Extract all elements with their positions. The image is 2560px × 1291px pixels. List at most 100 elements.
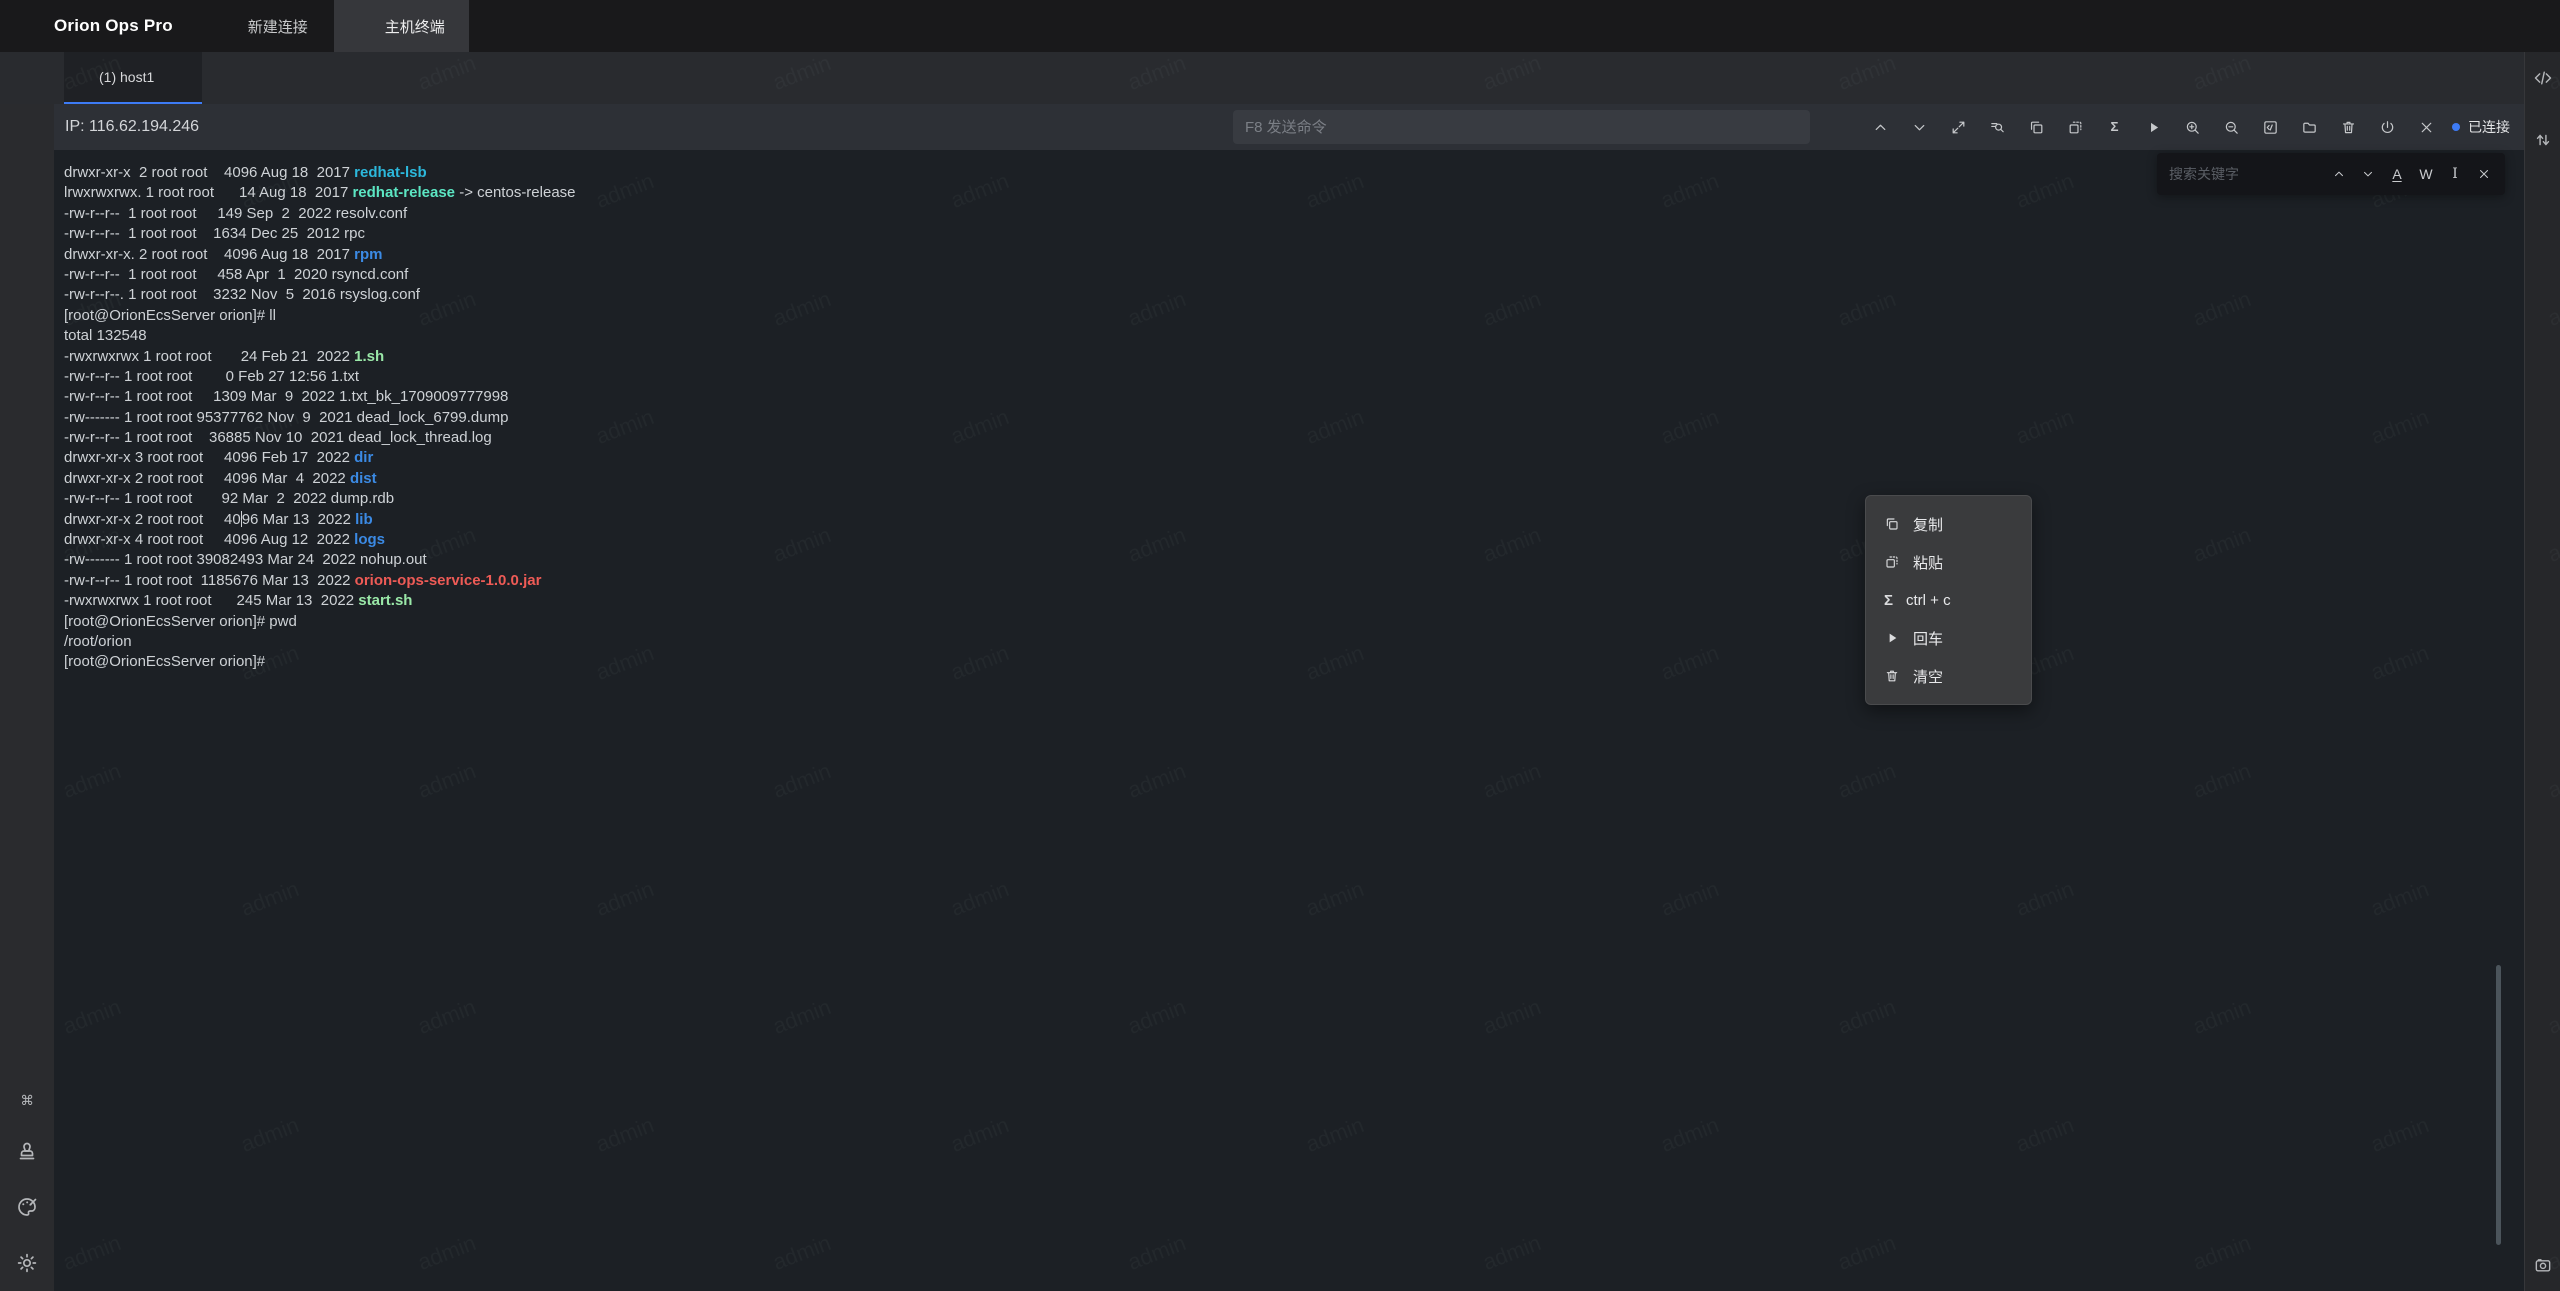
whole-word-button[interactable]: W bbox=[2413, 161, 2439, 187]
terminal-line: -rw-r--r-- 1 root root 458 Apr 1 2020 rs… bbox=[64, 265, 2524, 285]
regex-button[interactable]: I bbox=[2442, 161, 2468, 187]
find-previous-button[interactable] bbox=[2326, 161, 2352, 187]
history-up-button[interactable] bbox=[1861, 109, 1900, 145]
expand-window-button[interactable] bbox=[1939, 109, 1978, 145]
close-search-button[interactable] bbox=[2471, 161, 2497, 187]
trash-icon bbox=[2340, 119, 2357, 136]
power-icon bbox=[2379, 119, 2396, 136]
terminal-scrollbar[interactable] bbox=[2496, 965, 2501, 1245]
disconnect-button[interactable] bbox=[2368, 109, 2407, 145]
brand-logo-icon bbox=[13, 11, 43, 41]
context-menu-item-ctrl-c[interactable]: Σctrl + c bbox=[1866, 581, 2031, 619]
context-menu-label-ctrl-c: ctrl + c bbox=[1906, 592, 1951, 609]
terminal-line: [root@OrionEcsServer orion]# pwd bbox=[64, 612, 2524, 632]
brand-title: Orion Ops Pro bbox=[54, 16, 173, 36]
settings-button[interactable] bbox=[15, 1251, 39, 1275]
history-down-button[interactable] bbox=[1900, 109, 1939, 145]
palette-icon bbox=[15, 1195, 39, 1219]
context-menu-label-clear: 清空 bbox=[1913, 666, 1943, 687]
identity-button[interactable] bbox=[15, 1139, 39, 1163]
terminal-search-box: AWI bbox=[2157, 153, 2505, 195]
connection-status: 已连接 bbox=[2452, 117, 2510, 137]
fullscreen-button[interactable] bbox=[2527, 16, 2547, 36]
terminal-line: -rw-r--r-- 1 root root 149 Sep 2 2022 re… bbox=[64, 204, 2524, 224]
terminal-line: -rw-r--r--. 1 root root 3232 Nov 5 2016 … bbox=[64, 285, 2524, 305]
tab-host1[interactable]: (1) host1 bbox=[64, 52, 202, 104]
connected-label: 已连接 bbox=[2468, 117, 2510, 137]
close-icon bbox=[2418, 119, 2435, 136]
terminal-line: /root/orion bbox=[64, 632, 2524, 652]
file-manager-button[interactable] bbox=[2290, 109, 2329, 145]
new-connection-label: 新建连接 bbox=[248, 16, 308, 37]
code-editor-button[interactable] bbox=[2533, 68, 2553, 88]
plus-icon bbox=[23, 69, 41, 87]
terminal-line: -rw-r--r-- 1 root root 36885 Nov 10 2021… bbox=[64, 428, 2524, 448]
code-square-icon bbox=[2262, 119, 2279, 136]
monitor-icon bbox=[76, 70, 91, 85]
search-input[interactable] bbox=[2169, 166, 2326, 182]
host-ip-label: IP: 116.62.194.246 bbox=[65, 104, 199, 150]
chevron-down-icon bbox=[1911, 119, 1928, 136]
tab-host1-label: (1) host1 bbox=[99, 69, 154, 85]
host-terminal-top-tab[interactable]: 主机终端 bbox=[334, 0, 469, 52]
add-tab-button-left[interactable] bbox=[0, 52, 64, 104]
expand-icon bbox=[1950, 119, 1967, 136]
context-menu-item-copy[interactable]: 复制 bbox=[1866, 505, 2031, 543]
terminal-screen[interactable]: drwxr-xr-x 2 root root 4096 Aug 18 2017 … bbox=[54, 150, 2524, 1291]
sigma-icon: Σ bbox=[1884, 593, 1893, 608]
terminal-line: drwxr-xr-x 2 root root 4096 Mar 13 2022 … bbox=[64, 510, 2524, 530]
swap-panel-button[interactable] bbox=[2533, 130, 2553, 150]
shortcut-commands-button[interactable]: ⌘ bbox=[20, 1094, 33, 1107]
terminal-line: drwxr-xr-x. 2 root root 4096 Aug 18 2017… bbox=[64, 245, 2524, 265]
plus-icon bbox=[223, 70, 240, 87]
sigma-icon: Σ bbox=[2111, 120, 2119, 133]
terminal-line: [root@OrionEcsServer orion]# bbox=[64, 652, 2524, 672]
stamp-icon bbox=[15, 1139, 39, 1163]
context-menu-label-enter: 回车 bbox=[1913, 628, 1943, 649]
copy-icon bbox=[2028, 119, 2045, 136]
run-command-button[interactable] bbox=[2134, 109, 2173, 145]
context-menu-label-copy: 复制 bbox=[1913, 514, 1943, 535]
ctrl-key-button[interactable]: Σ bbox=[2095, 109, 2134, 145]
terminal-context-menu: 复制粘贴 Σctrl + c 回车清空 bbox=[1865, 495, 2032, 705]
copy-button[interactable] bbox=[2017, 109, 2056, 145]
search-button[interactable] bbox=[1978, 109, 2017, 145]
monitor-icon bbox=[358, 18, 375, 35]
find-next-button[interactable] bbox=[2355, 161, 2381, 187]
context-menu-item-paste[interactable]: 粘贴 bbox=[1866, 543, 2031, 581]
terminal-line: total 132548 bbox=[64, 326, 2524, 346]
paste-icon bbox=[2067, 119, 2084, 136]
app: Orion Ops Pro 新建连接 主机终端 (1) host1 IP: 11… bbox=[0, 0, 2560, 1291]
theme-button[interactable] bbox=[15, 1195, 39, 1219]
app-header: Orion Ops Pro 新建连接 主机终端 bbox=[0, 0, 2560, 52]
font-zoom-out-button[interactable] bbox=[2212, 109, 2251, 145]
close-terminal-button[interactable] bbox=[2407, 109, 2446, 145]
screenshot-button[interactable] bbox=[2533, 1255, 2553, 1275]
terminal-line: -rw-r--r-- 1 root root 1185676 Mar 13 20… bbox=[64, 571, 2524, 591]
context-menu-item-enter[interactable]: 回车 bbox=[1866, 619, 2031, 657]
close-all-tabs-button[interactable] bbox=[2479, 70, 2496, 87]
send-command-input[interactable] bbox=[1233, 110, 1810, 144]
search-lines-icon bbox=[1989, 119, 2006, 136]
close-icon bbox=[2477, 167, 2491, 181]
connected-dot-icon bbox=[2452, 123, 2460, 131]
context-menu-item-clear[interactable]: 清空 bbox=[1866, 657, 2031, 695]
context-menu-label-paste: 粘贴 bbox=[1913, 552, 1943, 573]
terminal-line: drwxr-xr-x 4 root root 4096 Aug 12 2022 … bbox=[64, 530, 2524, 550]
terminal-line: -rw-r--r-- 1 root root 92 Mar 2 2022 dum… bbox=[64, 489, 2524, 509]
command-icon: ⌘ bbox=[20, 1094, 33, 1107]
trash-icon bbox=[1884, 668, 1900, 684]
chevron-up-icon bbox=[2332, 167, 2346, 181]
folder-icon bbox=[2301, 119, 2318, 136]
add-tab-button[interactable] bbox=[202, 52, 260, 104]
chevron-up-icon bbox=[1872, 119, 1889, 136]
paste-button[interactable] bbox=[2056, 109, 2095, 145]
new-connection-menu[interactable]: 新建连接 bbox=[223, 16, 308, 37]
terminal-line: -rw-r--r-- 1 root root 0 Feb 27 12:56 1.… bbox=[64, 367, 2524, 387]
font-zoom-in-button[interactable] bbox=[2173, 109, 2212, 145]
match-case-button[interactable]: A bbox=[2384, 161, 2410, 187]
clear-screen-button[interactable] bbox=[2329, 109, 2368, 145]
terminal-line: drwxr-xr-x 2 root root 4096 Aug 18 2017 … bbox=[64, 163, 2524, 183]
code-snippet-button[interactable] bbox=[2251, 109, 2290, 145]
zoom-in-icon bbox=[2184, 119, 2201, 136]
